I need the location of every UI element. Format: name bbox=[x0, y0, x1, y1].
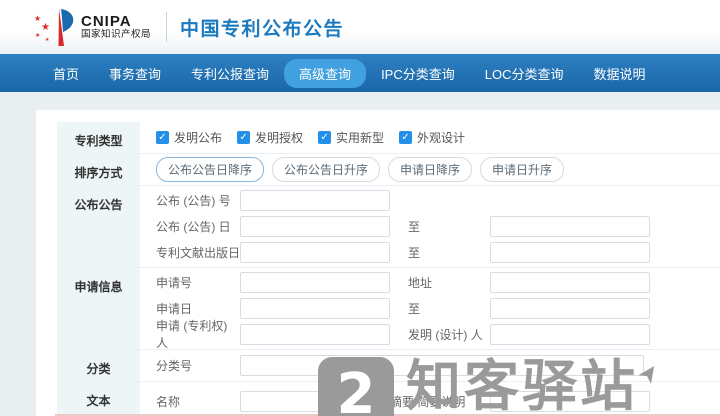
checkbox-invention-grant[interactable]: ✓ 发明授权 bbox=[237, 129, 303, 146]
nav-item-data-notes[interactable]: 数据说明 bbox=[578, 59, 660, 88]
pub-date-to-label: 至 bbox=[408, 220, 421, 234]
nav-item-transactions[interactable]: 事务查询 bbox=[94, 59, 176, 88]
doc-pub-date-label: 专利文献出版日 bbox=[156, 245, 241, 260]
applicant-input[interactable] bbox=[240, 323, 390, 345]
cnipa-logo: ★ ★ ★ ★ CNIPA 国家知识产权局 bbox=[34, 6, 151, 48]
app-date-to-input[interactable] bbox=[490, 297, 650, 319]
sort-pill-pubdate-asc[interactable]: 公布公告日升序 bbox=[272, 157, 381, 182]
abstract-input[interactable] bbox=[490, 391, 650, 412]
inventor-input[interactable] bbox=[490, 323, 650, 345]
section-label-publication: 公布公告 bbox=[57, 186, 140, 267]
section-label-sort: 排序方式 bbox=[57, 154, 140, 185]
section-publication: 公布公告 公布 (公告) 号 公布 (公告) 日 至 专利文献出版日 至 bbox=[57, 186, 720, 268]
section-text: 文本 名称 摘要/简要说明 bbox=[57, 382, 720, 416]
sort-pill-appdate-desc[interactable]: 申请日降序 bbox=[388, 157, 473, 182]
section-label-application: 申请信息 bbox=[57, 268, 140, 349]
advanced-search-form: 专利类型 ✓ 发明公布 ✓ 发明授权 ✓ 实用新型 ✓ 外观设计 排序方式 公布… bbox=[36, 110, 720, 416]
section-label-classification: 分类 bbox=[57, 350, 140, 381]
section-label-text: 文本 bbox=[57, 382, 140, 416]
site-header: ★ ★ ★ ★ CNIPA 国家知识产权局 中国专利公布公告 bbox=[0, 0, 720, 54]
section-application: 申请信息 申请号 地址 申请日 至 申请 (专利权) 人 发明 (设计) 人 bbox=[57, 268, 720, 350]
checkbox-icon[interactable]: ✓ bbox=[399, 131, 413, 144]
doc-pub-date-to-label: 至 bbox=[408, 245, 421, 260]
address-label: 地址 bbox=[408, 276, 433, 291]
app-date-to-label: 至 bbox=[408, 301, 421, 316]
sort-pill-pubdate-desc[interactable]: 公布公告日降序 bbox=[156, 157, 265, 182]
cnipa-logo-text: CNIPA 国家知识产权局 bbox=[81, 12, 152, 41]
nav-item-gazette-search[interactable]: 专利公报查询 bbox=[176, 59, 284, 88]
section-classification: 分类 分类号 bbox=[57, 350, 720, 382]
logo-acronym: CNIPA bbox=[81, 12, 132, 30]
checkbox-utility-model[interactable]: ✓ 实用新型 bbox=[318, 129, 384, 146]
header-divider bbox=[166, 12, 168, 42]
nav-item-loc-search[interactable]: LOC分类查询 bbox=[470, 59, 579, 88]
checkbox-icon[interactable]: ✓ bbox=[156, 131, 169, 144]
pub-date-label: 公布 (公告) 日 bbox=[156, 220, 231, 234]
checkbox-icon[interactable]: ✓ bbox=[318, 131, 332, 144]
abstract-label: 摘要/简要说明 bbox=[390, 395, 466, 409]
applicant-label: 申请 (专利权) 人 bbox=[156, 319, 228, 350]
title-field-label: 名称 bbox=[156, 395, 181, 409]
pub-number-label: 公布 (公告) 号 bbox=[156, 194, 231, 209]
checkbox-design[interactable]: ✓ 外观设计 bbox=[399, 129, 465, 146]
inventor-label: 发明 (设计) 人 bbox=[408, 327, 483, 342]
section-sort: 排序方式 公布公告日降序 公布公告日升序 申请日降序 申请日升序 bbox=[57, 154, 720, 186]
app-date-from-input[interactable] bbox=[240, 297, 390, 319]
pub-number-input[interactable] bbox=[240, 190, 390, 212]
pub-date-from-input[interactable] bbox=[240, 216, 390, 237]
site-title: 中国专利公布公告 bbox=[180, 18, 345, 40]
logo-org-name: 国家知识产权局 bbox=[81, 29, 152, 41]
checkbox-icon[interactable]: ✓ bbox=[237, 131, 251, 144]
section-patent-type: 专利类型 ✓ 发明公布 ✓ 发明授权 ✓ 实用新型 ✓ 外观设计 bbox=[57, 122, 720, 154]
class-number-label: 分类号 bbox=[156, 359, 193, 373]
cnipa-logo-icon: ★ ★ ★ ★ bbox=[34, 8, 74, 46]
address-input[interactable] bbox=[490, 272, 650, 294]
svg-text:★: ★ bbox=[41, 22, 50, 33]
doc-pub-date-to-input[interactable] bbox=[490, 241, 650, 263]
nav-item-home[interactable]: 首页 bbox=[38, 59, 94, 88]
app-date-label: 申请日 bbox=[156, 301, 193, 316]
app-number-input[interactable] bbox=[240, 272, 390, 294]
title-input[interactable] bbox=[240, 391, 350, 412]
nav-item-advanced-search[interactable]: 高级查询 bbox=[284, 58, 367, 88]
doc-pub-date-from-input[interactable] bbox=[240, 241, 390, 263]
sort-pill-appdate-asc[interactable]: 申请日升序 bbox=[480, 157, 565, 182]
section-label-patent-type: 专利类型 bbox=[57, 122, 140, 153]
checkbox-invention-publication[interactable]: ✓ 发明公布 bbox=[156, 129, 222, 146]
nav-item-ipc-search[interactable]: IPC分类查询 bbox=[366, 59, 470, 88]
class-number-input[interactable] bbox=[240, 355, 644, 376]
main-nav: 首页 事务查询 专利公报查询 高级查询 IPC分类查询 LOC分类查询 数据说明 bbox=[0, 54, 720, 92]
svg-text:★: ★ bbox=[45, 37, 50, 43]
svg-text:★: ★ bbox=[35, 32, 40, 39]
pub-date-to-input[interactable] bbox=[490, 216, 650, 237]
app-number-label: 申请号 bbox=[156, 276, 193, 291]
